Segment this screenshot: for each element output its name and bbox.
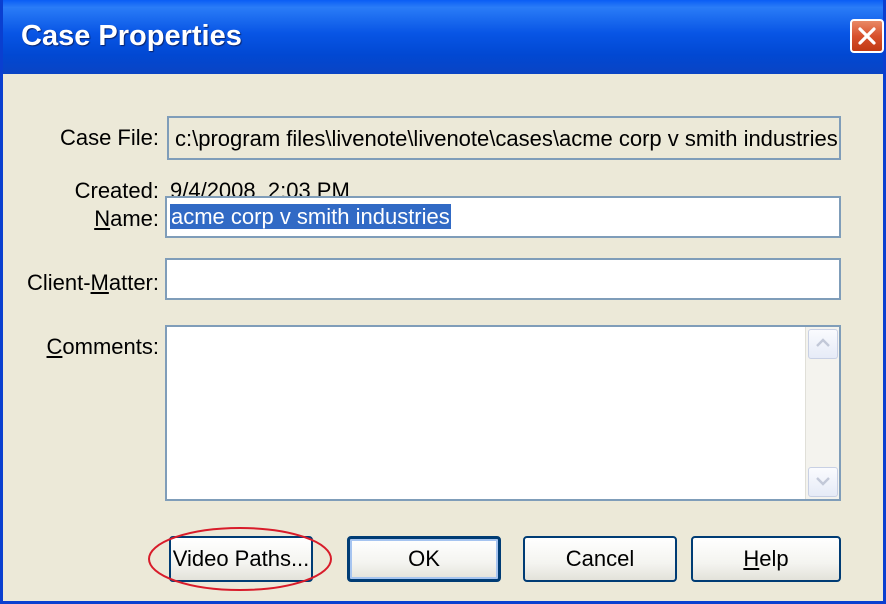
comments-textarea[interactable] bbox=[165, 325, 841, 501]
client-matter-label-prefix: Client- bbox=[26, 270, 91, 295]
client-matter-label-accel: M bbox=[90, 270, 109, 295]
case-file-label: Case File: bbox=[59, 125, 159, 150]
comments-label: Comments: bbox=[33, 334, 159, 360]
client-matter-label: Client-Matter: bbox=[9, 270, 159, 296]
annotation-ellipse bbox=[148, 527, 332, 591]
close-icon bbox=[858, 27, 876, 45]
comments-label-accel: C bbox=[46, 334, 63, 359]
scroll-down-arrow-icon bbox=[816, 477, 830, 486]
video-paths-button[interactable]: Video Paths... bbox=[169, 536, 313, 582]
window-title: Case Properties bbox=[21, 20, 242, 52]
case-file-field: c:\program files\livenote\livenote\cases… bbox=[167, 116, 841, 160]
name-input[interactable]: acme corp v smith industries bbox=[165, 196, 841, 238]
case-properties-dialog: Case Properties Case File: c:\program fi… bbox=[0, 0, 886, 604]
client-matter-input[interactable] bbox=[165, 258, 841, 300]
ok-button[interactable]: OK bbox=[347, 536, 501, 582]
name-label-accel: N bbox=[94, 206, 111, 231]
title-bar[interactable]: Case Properties bbox=[3, 0, 884, 74]
comments-scrollbar[interactable] bbox=[805, 327, 839, 499]
name-label: Name: bbox=[55, 206, 159, 232]
scroll-up-button[interactable] bbox=[808, 329, 838, 359]
client-matter-label-rest: atter: bbox=[108, 270, 159, 295]
name-label-rest: ame: bbox=[110, 206, 159, 231]
cancel-button[interactable]: Cancel bbox=[523, 536, 677, 582]
created-label: Created: bbox=[74, 178, 159, 203]
scroll-down-button[interactable] bbox=[808, 467, 838, 497]
name-input-value: acme corp v smith industries bbox=[170, 204, 451, 229]
scroll-up-arrow-icon bbox=[816, 338, 830, 347]
case-file-value: c:\program files\livenote\livenote\cases… bbox=[175, 126, 841, 151]
help-button-accel: H bbox=[743, 546, 760, 571]
close-button[interactable] bbox=[850, 19, 884, 53]
help-button[interactable]: Help bbox=[691, 536, 841, 582]
comments-label-rest: omments: bbox=[62, 334, 159, 359]
help-button-rest: elp bbox=[759, 546, 789, 571]
